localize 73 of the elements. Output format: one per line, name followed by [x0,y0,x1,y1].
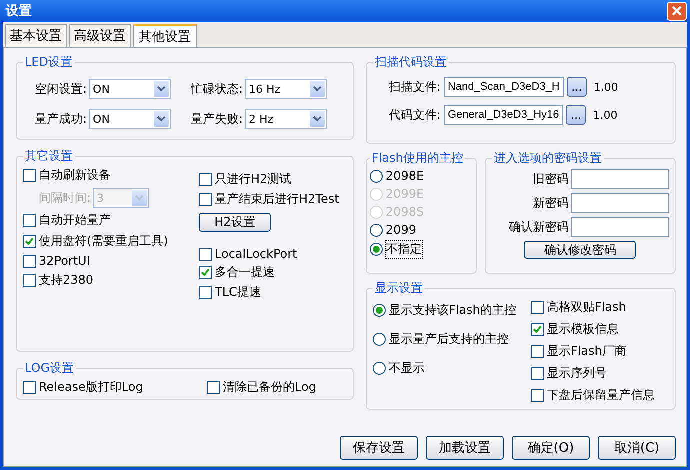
close-icon [671,5,683,17]
field-label: 空闲设置: [35,80,88,98]
dropdown[interactable]: 16 Hz [245,79,327,99]
radio-button[interactable]: 不显示 [372,360,531,377]
group-title: LOG设置 [24,360,76,377]
file-path-field[interactable]: General_D3eD3_Hy16 [444,105,564,125]
field-label: 确认新密码 [509,218,569,236]
checkbox[interactable]: 量产结束后进行H2Test [199,191,340,208]
checkbox[interactable]: 只进行H2测试 [199,171,340,188]
password-field[interactable] [571,193,669,213]
group-title: 其它设置 [24,148,74,165]
checkmark-icon [25,237,34,246]
checkbox[interactable]: 自动刷新设备 [23,167,199,184]
confirm-password-button[interactable]: 确认修改密码 [524,241,636,259]
checkbox[interactable]: LocalLockPort [199,247,340,261]
checkmark-icon [201,268,210,277]
field-label: 间隔时间: [39,190,92,206]
chevron-down-icon [135,195,144,201]
group-title: 进入选项的密码设置 [492,150,603,167]
dialog-button[interactable]: 加载设置 [426,436,504,460]
checkbox[interactable]: TLC提速 [199,284,340,301]
group-title: LED设置 [24,54,74,71]
close-button[interactable] [667,2,687,20]
checkbox[interactable]: 高格双贴Flash [530,299,655,316]
checkbox[interactable]: 多合一提速 [199,264,340,281]
dialog-button[interactable]: 取消(C) [598,436,676,460]
checkbox[interactable]: 支持2380 [23,272,199,289]
dropdown[interactable]: ON [89,79,172,99]
checkbox[interactable]: Release版打印Log [23,379,207,396]
chevron-down-icon [313,116,322,122]
browse-button[interactable]: ... [566,105,586,125]
radio-button[interactable]: 2098E [370,169,470,183]
checkbox[interactable]: 32PortUI [23,254,199,268]
checkbox[interactable]: 显示序列号 [530,365,655,382]
dropdown[interactable]: 2 Hz [245,109,327,129]
dialog-button[interactable]: 确定(O) [512,436,590,460]
window-title: 设置 [6,3,32,20]
password-field[interactable] [571,217,669,237]
chevron-down-icon [157,86,166,92]
radio-button[interactable]: 显示量产后支持的主控 [372,331,531,348]
radio-button[interactable]: 不指定 [370,241,470,258]
version-text: 1.00 [594,80,618,94]
browse-button[interactable]: ... [566,77,587,97]
h2-settings-button[interactable]: H2设置 [199,213,271,232]
chevron-down-icon [313,86,322,92]
field-label: 量产失败: [190,110,243,128]
file-path-field[interactable]: Nand_Scan_D3eD3_H [444,77,564,97]
radio-button[interactable]: 显示支持该Flash的主控 [372,302,531,319]
field-label: 量产成功: [35,110,88,128]
group-title: 扫描代码设置 [374,54,448,71]
field-label: 代码文件: [388,106,441,124]
field-label: 旧密码 [533,170,569,188]
password-field[interactable] [571,169,669,189]
checkbox[interactable]: 下盘后保留量产信息 [530,387,655,404]
tab[interactable]: 其他设置 [133,24,197,48]
checkbox[interactable]: 清除已备份的Log [207,379,316,396]
checkmark-icon [532,325,542,334]
version-text: 1.00 [593,108,618,122]
group-title: Flash使用的主控 [370,150,464,167]
group-title: 显示设置 [374,280,424,297]
checkbox[interactable]: 使用盘符(需要重启工具) [23,233,199,250]
radio-button[interactable]: 2099 [370,223,470,237]
checkbox[interactable]: 显示Flash厂商 [530,343,655,360]
checkbox[interactable]: 自动开始量产 [23,212,199,229]
dialog-button[interactable]: 保存设置 [340,436,418,460]
field-label: 新密码 [533,194,569,212]
field-label: 忙碌状态: [190,80,243,98]
tab[interactable]: 高级设置 [69,24,131,47]
field-label: 扫描文件: [388,78,441,96]
checkbox[interactable]: 显示模板信息 [530,321,655,338]
tab[interactable]: 基本设置 [5,24,67,47]
chevron-down-icon [157,116,166,122]
dropdown[interactable]: ON [89,109,172,129]
